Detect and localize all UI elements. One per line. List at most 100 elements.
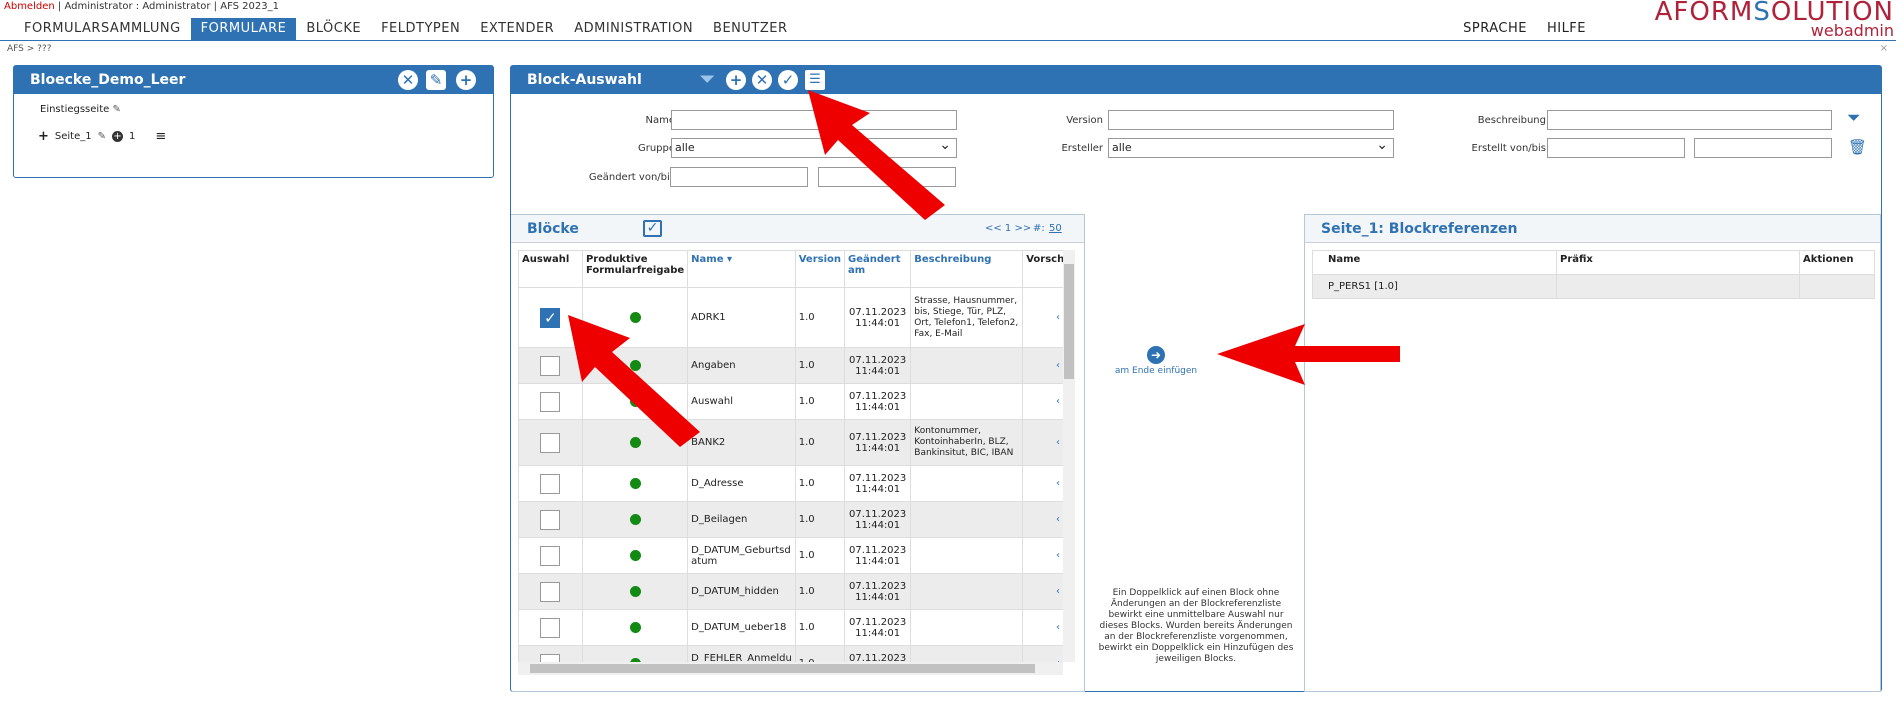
scrollbar-thumb[interactable] xyxy=(1064,264,1074,379)
block-selection-panel: Block-Auswahl ⏷ + ✕ ✓ ☰ Name Gruppe alle… xyxy=(510,65,1882,692)
block-version: 1.0 xyxy=(794,419,846,466)
filter-icon[interactable]: ⏷ xyxy=(1847,108,1861,128)
vertical-scrollbar[interactable] xyxy=(1063,250,1075,662)
row-checkbox[interactable] xyxy=(540,617,561,638)
block-name: D_DATUM_Geburtsdatum xyxy=(687,537,796,574)
preview-icon[interactable]: ‹ xyxy=(1056,586,1060,597)
row-checkbox[interactable]: ✓ xyxy=(540,307,561,328)
filter-icon[interactable]: ⏷ xyxy=(700,66,714,94)
add-icon[interactable]: + xyxy=(38,129,49,144)
edit-icon[interactable]: ✎ xyxy=(112,104,120,115)
nav-benutzer[interactable]: BENUTZER xyxy=(703,18,797,40)
row-checkbox[interactable] xyxy=(540,473,561,494)
row-checkbox[interactable] xyxy=(540,391,561,412)
preview-icon[interactable]: ‹ xyxy=(1056,622,1060,633)
block-version: 1.0 xyxy=(794,537,846,574)
nav-bloecke[interactable]: BLÖCKE xyxy=(296,18,371,40)
nav-formulare[interactable]: FORMULARE xyxy=(190,18,297,40)
close-icon[interactable]: ✕ xyxy=(398,70,418,90)
table-row[interactable]: P_PERS1 [1.0] xyxy=(1312,274,1875,299)
col-desc[interactable]: Beschreibung xyxy=(910,250,1024,288)
menu-icon[interactable]: ≡ xyxy=(155,129,166,144)
nav-administration[interactable]: ADMINISTRATION xyxy=(564,18,703,40)
block-name: D_Beilagen xyxy=(687,501,796,538)
created-from-input[interactable] xyxy=(1547,138,1685,158)
row-checkbox[interactable] xyxy=(540,509,561,530)
per-page-input[interactable]: 50 xyxy=(1049,215,1062,243)
edit-icon[interactable]: ✎ xyxy=(98,131,106,142)
table-row[interactable]: D_DATUM_Geburtsdatum 1.0 07.11.2023 11:44:… xyxy=(518,537,1075,574)
row-checkbox[interactable] xyxy=(540,355,561,376)
page-item[interactable]: + Seite_1 ✎ + 1 ≡ xyxy=(38,129,473,144)
row-checkbox-cell xyxy=(518,537,583,574)
annotation-arrow-insert xyxy=(1217,324,1400,385)
preview-icon[interactable]: ‹ xyxy=(1056,514,1060,525)
creator-select[interactable]: alle xyxy=(1108,136,1394,158)
preview-icon[interactable]: ‹ xyxy=(1056,437,1060,448)
status-dot-icon xyxy=(629,478,641,489)
horizontal-scrollbar[interactable] xyxy=(518,662,1063,675)
changed-from-input[interactable] xyxy=(670,167,808,187)
col-version[interactable]: Version xyxy=(794,250,846,288)
select-all-icon[interactable]: ✓ xyxy=(643,220,662,237)
add-icon[interactable]: + xyxy=(726,70,746,90)
desc-input[interactable] xyxy=(1547,110,1832,130)
close-icon[interactable]: ✕ xyxy=(752,70,772,90)
block-version: 1.0 xyxy=(794,287,846,348)
add-icon[interactable]: + xyxy=(456,70,476,90)
add-circle-icon[interactable]: + xyxy=(112,131,124,142)
start-page-item[interactable]: Einstiegsseite ✎ xyxy=(40,104,473,115)
hscroll-thumb[interactable] xyxy=(530,664,1035,673)
row-checkbox[interactable] xyxy=(540,581,561,602)
preview-icon[interactable]: ‹ xyxy=(1056,396,1060,407)
nav-extender[interactable]: EXTENDER xyxy=(470,18,564,40)
edit-icon[interactable]: ✎ xyxy=(426,70,446,90)
nav-hilfe[interactable]: HILFE xyxy=(1537,18,1596,40)
preview-icon[interactable]: ‹ xyxy=(1056,478,1060,489)
row-checkbox[interactable] xyxy=(540,432,561,453)
version-input[interactable] xyxy=(1108,110,1394,130)
row-checkbox[interactable] xyxy=(540,653,561,662)
blocks-header: Blöcke ✓ << 1 >> #: 50 xyxy=(511,215,1084,243)
preview-icon[interactable]: ‹ xyxy=(1056,312,1060,323)
arrow-right-circle-icon[interactable]: ➜ xyxy=(1147,346,1165,364)
preview-icon[interactable]: ‹ xyxy=(1056,550,1060,561)
trash-icon[interactable]: 🗑 xyxy=(1848,138,1867,156)
block-desc xyxy=(910,573,1024,610)
block-desc xyxy=(910,609,1024,646)
insert-at-end-button[interactable]: ➜ am Ende einfügen xyxy=(1091,346,1221,376)
block-changed: 07.11.2023 11:44:01 xyxy=(843,501,912,538)
version-label: Version xyxy=(1066,115,1103,126)
row-checkbox[interactable] xyxy=(540,545,561,566)
created-to-input[interactable] xyxy=(1694,138,1832,158)
col-name[interactable]: Name ▾ xyxy=(687,250,796,288)
nav-formularsammlung[interactable]: FORMULARSAMMLUNG xyxy=(14,18,191,40)
ref-name: P_PERS1 [1.0] xyxy=(1312,274,1557,299)
breadcrumb: AFS > ??? xyxy=(7,44,52,54)
breadcrumb-close-icon[interactable]: × xyxy=(1880,43,1888,54)
header-divider xyxy=(0,40,1896,41)
block-version: 1.0 xyxy=(794,347,846,384)
form-title: Bloecke_Demo_Leer xyxy=(30,72,186,88)
row-checkbox-cell xyxy=(518,465,583,502)
table-row[interactable]: D_DATUM_ueber18 1.0 07.11.2023 11:44:01 ‹ xyxy=(518,609,1075,646)
table-row[interactable]: D_DATUM_hidden 1.0 07.11.2023 11:44:01 ‹ xyxy=(518,573,1075,610)
pager[interactable]: << 1 >> xyxy=(985,215,1031,243)
table-row[interactable]: D_Adresse 1.0 07.11.2023 11:44:01 ‹ xyxy=(518,465,1075,502)
block-changed: 07.11.2023 11:44:01 xyxy=(843,537,912,574)
block-changed: 07.11.2023 11:44:01 xyxy=(843,419,912,466)
nav-sprache[interactable]: SPRACHE xyxy=(1453,18,1537,40)
nav-right: SPRACHE HILFE xyxy=(1453,18,1596,40)
table-row[interactable]: D_Beilagen 1.0 07.11.2023 11:44:01 ‹ xyxy=(518,501,1075,538)
name-label: Name xyxy=(645,115,675,126)
check-icon[interactable]: ✓ xyxy=(778,70,798,90)
nav-feldtypen[interactable]: FELDTYPEN xyxy=(371,18,470,40)
logout-link[interactable]: Abmelden xyxy=(4,1,55,12)
ref-prefix xyxy=(1556,274,1800,299)
row-checkbox-cell xyxy=(518,573,583,610)
preview-icon[interactable]: ‹ xyxy=(1056,360,1060,371)
ref-col-name: Name xyxy=(1312,250,1557,275)
ref-col-actions: Aktionen xyxy=(1799,250,1875,275)
col-changed[interactable]: Geändert am xyxy=(843,250,912,288)
table-row[interactable]: D_FEHLER_Anmeldung1.007.11.2023 11:44:01… xyxy=(518,645,1075,662)
